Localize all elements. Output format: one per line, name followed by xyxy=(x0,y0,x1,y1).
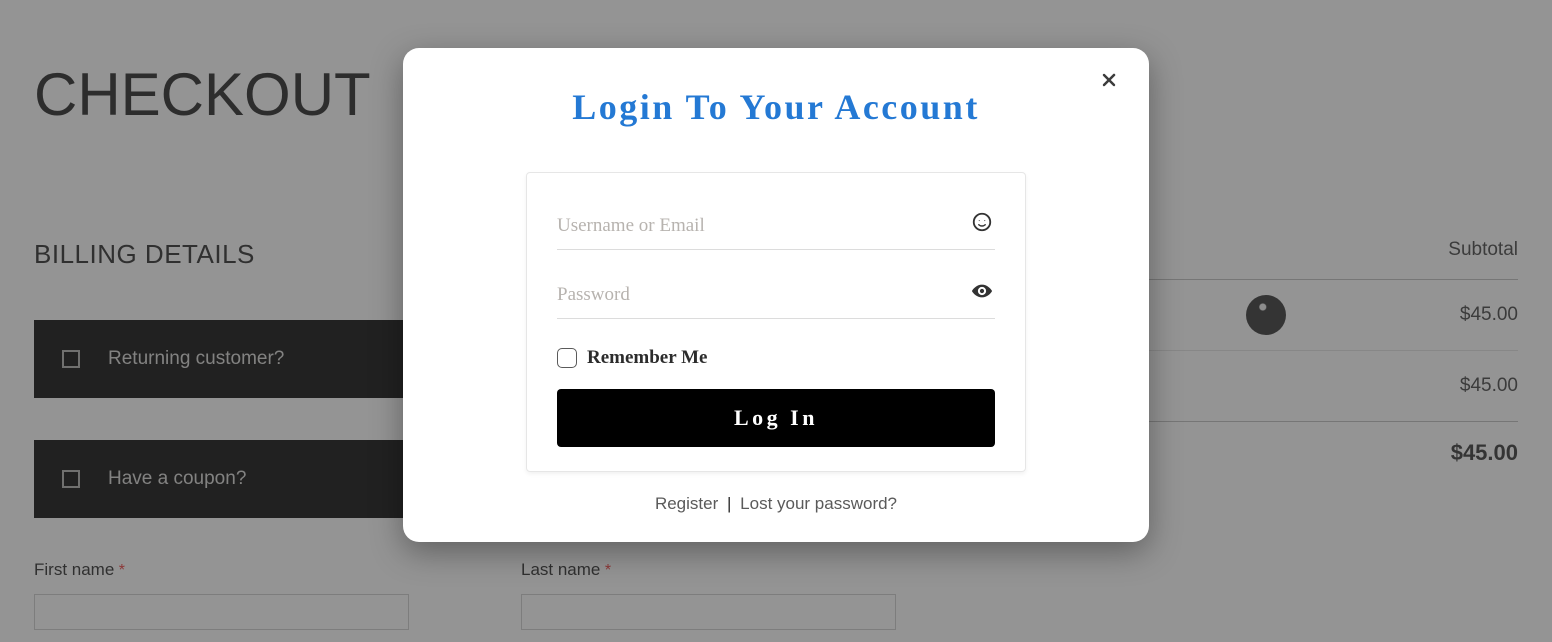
login-button[interactable]: Log In xyxy=(557,389,995,447)
register-link[interactable]: Register xyxy=(655,494,718,513)
login-card: Remember Me Log In xyxy=(526,172,1026,472)
modal-overlay: Login To Your Account xyxy=(0,0,1552,642)
modal-title: Login To Your Account xyxy=(451,86,1101,128)
remember-me-label: Remember Me xyxy=(587,347,707,369)
remember-me-checkbox[interactable] xyxy=(557,348,577,368)
close-button[interactable] xyxy=(1093,66,1125,98)
footer-divider: | xyxy=(723,494,735,513)
password-input[interactable] xyxy=(557,278,995,319)
username-input[interactable] xyxy=(557,209,995,250)
user-icon xyxy=(971,211,993,233)
close-icon xyxy=(1099,70,1119,95)
lost-password-link[interactable]: Lost your password? xyxy=(740,494,897,513)
modal-footer: Register | Lost your password? xyxy=(451,494,1101,514)
eye-icon[interactable] xyxy=(971,280,993,302)
login-modal: Login To Your Account xyxy=(403,48,1149,542)
